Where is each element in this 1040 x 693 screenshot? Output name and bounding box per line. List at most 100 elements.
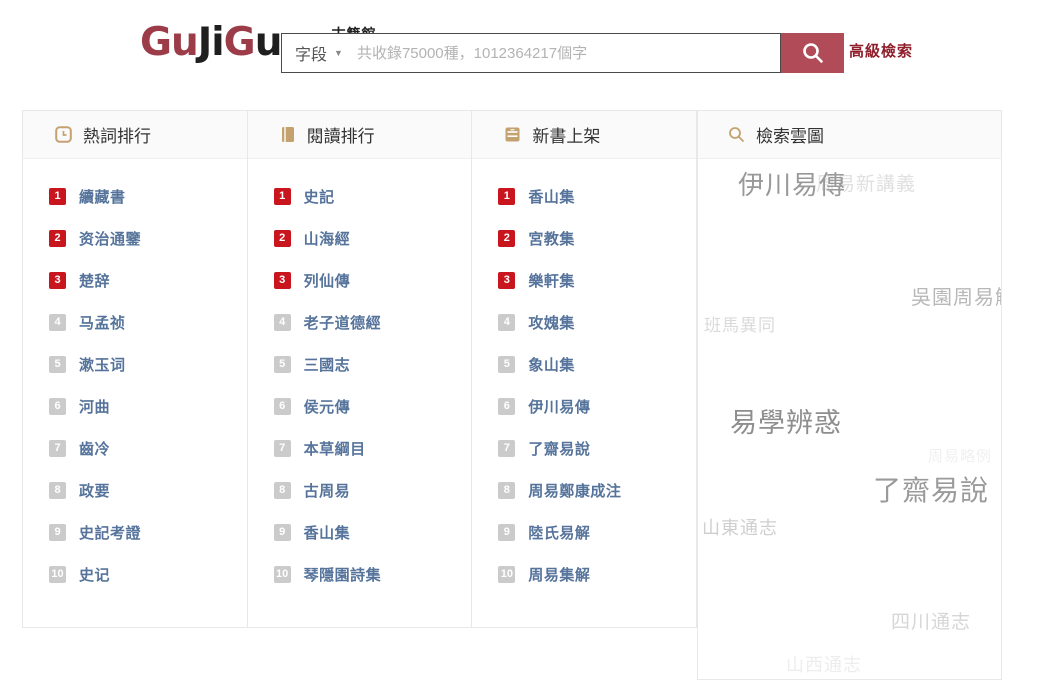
rank-item: 1 香山集 [472,175,696,217]
rank-item: 10 史记 [23,553,247,595]
book-title-link[interactable]: 樂軒集 [528,270,575,291]
rank-badge: 1 [498,188,515,205]
book-title-link[interactable]: 楚辞 [79,270,110,291]
rank-badge: 10 [498,566,515,583]
cloud-word-link[interactable]: 易學辨惑 [730,401,842,440]
book-title-link[interactable]: 攻媿集 [528,312,575,333]
book-title-link[interactable]: 漱玉词 [79,354,126,375]
search-button[interactable] [781,33,844,73]
logo-text: Gu [140,20,198,65]
rank-badge: 3 [498,272,515,289]
rank-badge: 1 [49,188,66,205]
search-icon [801,41,825,65]
book-title-link[interactable]: 香山集 [528,186,575,207]
rank-badge: 7 [498,440,515,457]
rank-badge: 2 [498,230,515,247]
cloud-word-link[interactable]: 吳園周易解 [911,281,1001,310]
panel-title: 新書上架 [532,122,600,147]
book-title-link[interactable]: 史記 [304,186,335,207]
rank-item: 5 象山集 [472,343,696,385]
book-title-link[interactable]: 列仙傳 [304,270,351,291]
rank-item: 10 琴隱園詩集 [248,553,472,595]
book-title-link[interactable]: 續藏書 [79,186,126,207]
book-title-link[interactable]: 周易鄭康成注 [528,480,621,501]
rank-item: 10 周易集解 [472,553,696,595]
archive-icon [504,126,521,143]
rank-item: 4马孟祯 [23,301,247,343]
chevron-down-icon: ▼ [334,48,343,58]
book-title-link[interactable]: 香山集 [304,522,351,543]
rank-badge: 4 [274,314,291,331]
panel-header: 檢索雲圖 [698,111,1001,159]
book-title-link[interactable]: 三國志 [304,354,351,375]
book-title-link[interactable]: 老子道德經 [304,312,382,333]
search-field-dropdown[interactable]: 字段 ▼ [282,34,357,72]
cloud-word-link[interactable]: 周易略例 [928,445,992,466]
book-title-link[interactable]: 伊川易傳 [528,396,590,417]
book-title-link[interactable]: 侯元傳 [304,396,351,417]
rank-item: 7齒冷 [23,427,247,469]
book-title-link[interactable]: 政要 [79,480,110,501]
rank-item: 7 了齋易說 [472,427,696,469]
rank-item: 3 樂軒集 [472,259,696,301]
cloud-word-link[interactable]: 四川通志 [891,607,971,634]
search-icon [728,126,745,143]
rank-item: 8古周易 [248,469,472,511]
rank-badge: 5 [498,356,515,373]
site-header: GuJiGuaŋ古籍館 字段 ▼ 高級檢索 [0,0,1040,107]
rank-item: 1 續藏書 [23,175,247,217]
book-title-link[interactable]: 资治通鑒 [79,228,141,249]
search-field-label: 字段 [295,41,327,65]
book-title-link[interactable]: 象山集 [528,354,575,375]
book-title-link[interactable]: 周易集解 [528,564,590,585]
cloud-word-link[interactable]: 班馬異同 [704,311,776,336]
advanced-search-link[interactable]: 高級檢索 [849,40,913,61]
rank-item: 5 漱玉词 [23,343,247,385]
rank-list: 1史記2山海經3列仙傳4老子道德經5三國志6侯元傳7本草綱目8古周易9香山集10… [248,159,472,595]
book-title-link[interactable]: 琴隱園詩集 [304,564,382,585]
rank-item: 1史記 [248,175,472,217]
rank-item: 6 伊川易傳 [472,385,696,427]
panel-new-books: 新書上架 1香山集2宮教集3樂軒集4攻媿集5象山集6伊川易傳7了齋易說8周易鄭康… [472,111,697,627]
search-cloud-panel: 檢索雲圖 伊川易傳周易新講義吳園周易解班馬異同易學辨惑周易略例了齋易說山東通志四… [697,110,1002,680]
rank-badge: 6 [49,398,66,415]
rank-badge: 3 [49,272,66,289]
cloud-word-link[interactable]: 山西通志 [786,651,862,677]
panel-header: 新書上架 [472,111,696,159]
book-title-link[interactable]: 马孟祯 [79,312,126,333]
rank-item: 9 香山集 [248,511,472,553]
rank-badge: 6 [498,398,515,415]
book-title-link[interactable]: 史記考證 [79,522,141,543]
book-title-link[interactable]: 史记 [79,564,110,585]
rank-badge: 9 [49,524,66,541]
panel-title: 檢索雲圖 [756,122,824,147]
rank-item: 9 史記考證 [23,511,247,553]
rank-item: 6 河曲 [23,385,247,427]
rank-badge: 5 [49,356,66,373]
panel-header: 閱讀排行 [248,111,472,159]
panel-title: 閱讀排行 [307,122,375,147]
cloud-word-link[interactable]: 山東通志 [702,514,778,540]
rank-badge: 9 [274,524,291,541]
book-title-link[interactable]: 齒冷 [79,438,110,459]
search-bar: 字段 ▼ [281,33,781,73]
cloud-word-link[interactable]: 伊川易傳 [738,165,846,202]
book-title-link[interactable]: 陸氏易解 [528,522,590,543]
rank-badge: 3 [274,272,291,289]
rank-item: 3 列仙傳 [248,259,472,301]
rank-badge: 8 [498,482,515,499]
rank-item: 9 陸氏易解 [472,511,696,553]
rank-item: 7本草綱目 [248,427,472,469]
book-title-link[interactable]: 宮教集 [528,228,575,249]
book-title-link[interactable]: 了齋易說 [528,438,590,459]
rank-badge: 10 [274,566,291,583]
book-title-link[interactable]: 古周易 [304,480,351,501]
book-title-link[interactable]: 山海經 [304,228,351,249]
book-title-link[interactable]: 河曲 [79,396,110,417]
search-input[interactable] [357,34,780,72]
rank-badge: 10 [49,566,66,583]
rank-badge: 9 [498,524,515,541]
rank-badge: 2 [49,230,66,247]
book-title-link[interactable]: 本草綱目 [304,438,366,459]
cloud-word-link[interactable]: 了齋易說 [873,469,989,509]
